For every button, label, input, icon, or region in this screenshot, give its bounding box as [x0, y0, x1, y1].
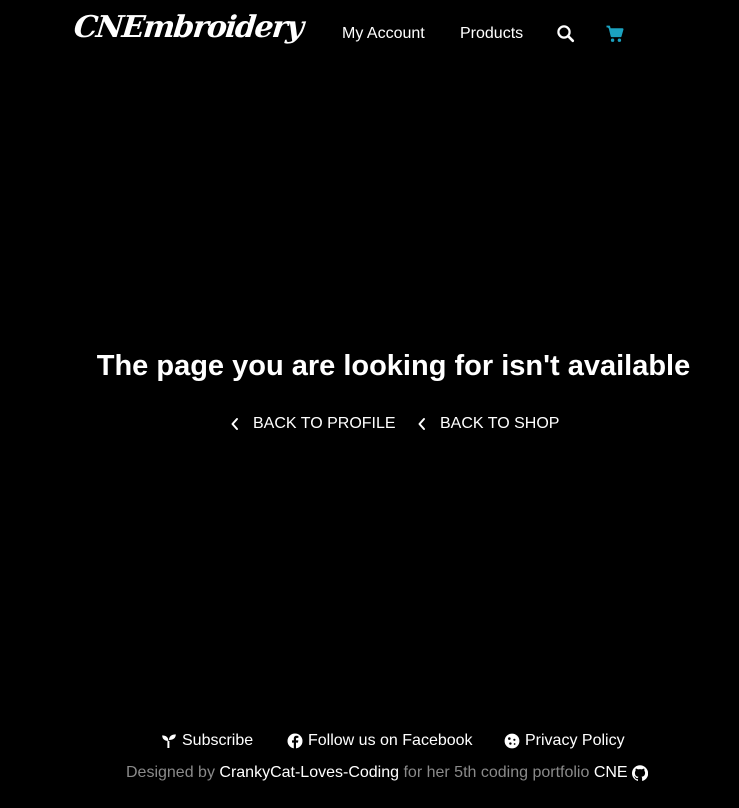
- github-icon[interactable]: [631, 765, 648, 781]
- author-link[interactable]: CrankyCat-Loves-Coding: [219, 764, 399, 782]
- nav-products[interactable]: Products: [460, 25, 523, 43]
- facebook-link[interactable]: Follow us on Facebook: [287, 731, 473, 751]
- chevron-left-icon: [230, 417, 240, 431]
- subscribe-label: Subscribe: [182, 732, 254, 749]
- facebook-label: Follow us on Facebook: [308, 732, 473, 749]
- page: CNEmbroidery My Account Products The pag…: [0, 0, 739, 808]
- credit-prefix: Designed by: [126, 764, 220, 781]
- shopping-cart-icon[interactable]: [605, 24, 625, 44]
- brand-logo[interactable]: CNEmbroidery: [72, 10, 304, 45]
- privacy-policy-label: Privacy Policy: [525, 732, 625, 749]
- back-to-profile-label: BACK TO PROFILE: [253, 415, 396, 432]
- cookie-icon: [504, 733, 520, 749]
- back-to-shop-label: BACK TO SHOP: [440, 415, 560, 432]
- footer-links: Subscribe Follow us on Facebook Privacy …: [0, 731, 739, 753]
- chevron-left-icon: [417, 417, 427, 431]
- navbar: CNEmbroidery My Account Products: [0, 0, 739, 68]
- footer-credit: Designed by CrankyCat-Loves-Coding for h…: [126, 764, 648, 782]
- back-to-profile-link[interactable]: BACK TO PROFILE: [230, 414, 396, 434]
- back-to-shop-link[interactable]: BACK TO SHOP: [417, 414, 559, 434]
- search-icon[interactable]: [556, 24, 576, 44]
- seedling-icon: [161, 733, 177, 749]
- nav-my-account[interactable]: My Account: [342, 25, 425, 43]
- privacy-policy-link[interactable]: Privacy Policy: [504, 731, 625, 751]
- page-title: The page you are looking for isn't avail…: [96, 350, 691, 382]
- subscribe-link[interactable]: Subscribe: [161, 731, 253, 751]
- project-link[interactable]: CNE: [594, 764, 628, 782]
- credit-middle: for her 5th coding portfolio: [399, 764, 594, 781]
- facebook-icon: [287, 733, 303, 749]
